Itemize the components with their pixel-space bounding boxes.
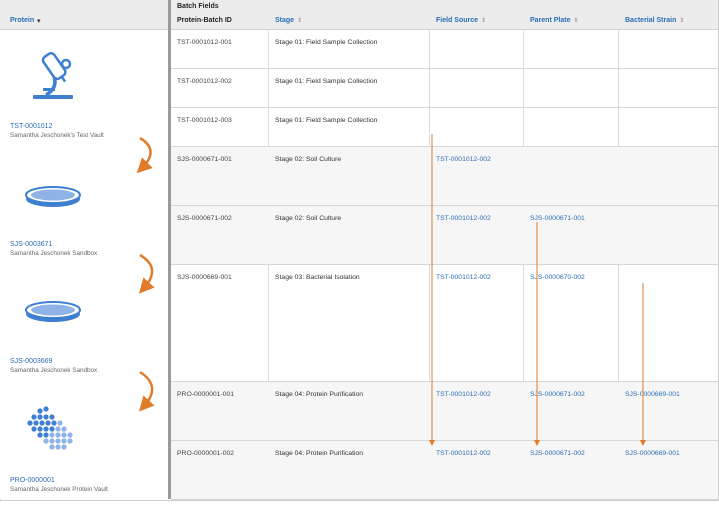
curved-arrow-icon [136,136,153,174]
lineage-arrows [136,134,646,446]
curved-arrow-icon [138,253,155,294]
curved-arrow-icon [138,370,155,412]
